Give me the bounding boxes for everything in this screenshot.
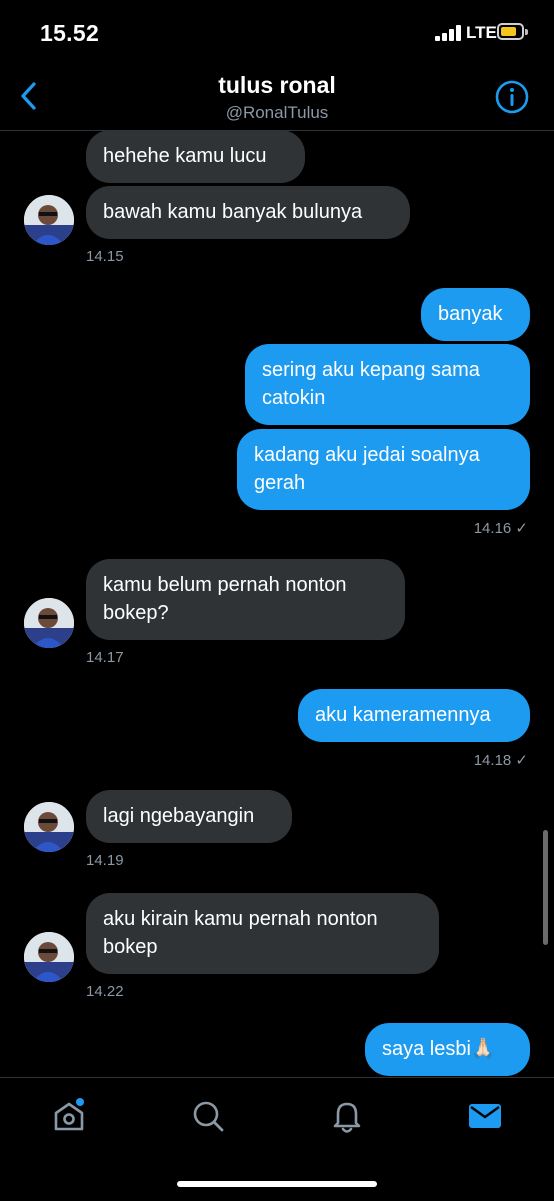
- message-timestamp: 14.22: [86, 983, 124, 1000]
- message-bubble-outgoing[interactable]: banyak: [421, 288, 530, 341]
- message-bubble-incoming[interactable]: lagi ngebayangin: [86, 790, 292, 843]
- status-bar: 15.52 LTE: [0, 0, 554, 62]
- battery-icon: [497, 23, 528, 40]
- message-bubble-incoming[interactable]: aku kirain kamu pernah nonton bokep: [86, 893, 439, 974]
- conversation-header: tulus ronal @RonalTulus: [0, 62, 554, 131]
- bell-icon[interactable]: [327, 1096, 367, 1136]
- message-bubble-incoming[interactable]: hehehe kamu lucu: [86, 130, 305, 183]
- message-timestamp: 14.16 ✓: [473, 520, 528, 537]
- message-timestamp: 14.19: [86, 852, 124, 869]
- scrollbar[interactable]: [543, 830, 548, 945]
- network-label: LTE: [466, 23, 497, 42]
- signal-icon: [435, 25, 463, 41]
- avatar[interactable]: [24, 195, 74, 245]
- message-timestamp: 14.15: [86, 248, 124, 265]
- message-timestamp: 14.18 ✓: [473, 752, 528, 769]
- mail-icon[interactable]: [465, 1096, 505, 1136]
- message-timestamp: 14.17: [86, 649, 124, 666]
- avatar[interactable]: [24, 802, 74, 852]
- home-indicator[interactable]: [177, 1181, 377, 1187]
- message-bubble-incoming[interactable]: kamu belum pernah nonton bokep?: [86, 559, 405, 640]
- info-icon[interactable]: [494, 79, 530, 115]
- conversation-handle: @RonalTulus: [225, 103, 329, 122]
- avatar[interactable]: [24, 932, 74, 982]
- message-bubble-outgoing[interactable]: kadang aku jedai soalnya gerah: [237, 429, 530, 510]
- message-bubble-outgoing[interactable]: sering aku kepang sama catokin: [245, 344, 530, 425]
- message-bubble-outgoing[interactable]: saya lesbi🙏🏻: [365, 1023, 530, 1076]
- search-icon[interactable]: [188, 1096, 228, 1136]
- avatar[interactable]: [24, 598, 74, 648]
- conversation-title[interactable]: tulus ronal: [0, 72, 554, 99]
- message-bubble-outgoing[interactable]: aku kameramennya: [298, 689, 530, 742]
- status-time: 15.52: [40, 20, 100, 46]
- home-icon[interactable]: [49, 1096, 89, 1136]
- message-bubble-incoming[interactable]: bawah kamu banyak bulunya: [86, 186, 410, 239]
